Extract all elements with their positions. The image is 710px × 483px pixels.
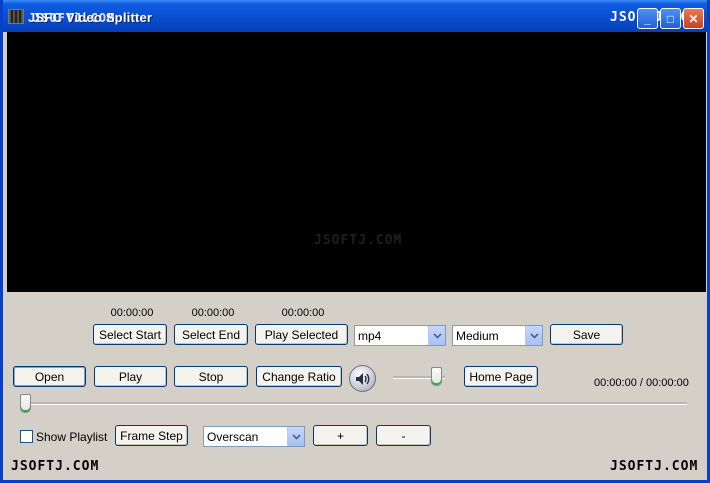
end-time-label: 00:00:00 <box>191 307 235 319</box>
zoom-in-button[interactable]: + <box>313 425 368 446</box>
show-playlist-checkbox[interactable] <box>20 430 33 443</box>
save-button[interactable]: Save <box>550 324 623 345</box>
time-display: 00:00:00 / 00:00:00 <box>594 377 689 389</box>
video-watermark: JSOFTJ.COM <box>314 233 403 248</box>
zoom-mode-value: Overscan <box>207 429 259 444</box>
film-strip-icon <box>8 9 24 24</box>
selected-time-label: 00:00:00 <box>281 307 325 319</box>
speaker-icon <box>355 372 371 386</box>
quality-select[interactable]: Medium <box>452 325 543 346</box>
watermark-bottom-left: JSOFTJ.COM <box>11 459 100 474</box>
zoom-mode-select[interactable]: Overscan <box>203 426 305 447</box>
video-display[interactable]: JSOFTJ.COM <box>7 32 706 292</box>
mute-button[interactable] <box>349 365 376 392</box>
quality-value: Medium <box>456 328 499 343</box>
change-ratio-button[interactable]: Change Ratio <box>256 366 342 387</box>
stop-button[interactable]: Stop <box>174 366 248 387</box>
watermark-bottom-right: JSOFTJ.COM <box>610 459 699 474</box>
chevron-down-icon <box>525 326 542 345</box>
minimize-button[interactable]: _ <box>637 8 658 29</box>
frame-step-button[interactable]: Frame Step <box>115 425 188 446</box>
minimize-icon: _ <box>644 11 651 26</box>
home-page-button[interactable]: Home Page <box>464 366 538 387</box>
start-time-label: 00:00:00 <box>110 307 154 319</box>
close-icon: ✕ <box>688 11 699 26</box>
title-watermark: JSOFTJ.COM <box>33 11 116 25</box>
show-playlist-label[interactable]: Show Playlist <box>36 430 107 444</box>
play-button[interactable]: Play <box>94 366 167 387</box>
open-button[interactable]: Open <box>13 366 86 387</box>
seek-track[interactable] <box>20 402 687 405</box>
output-format-select[interactable]: mp4 <box>354 325 446 346</box>
output-format-value: mp4 <box>358 328 382 343</box>
maximize-icon: □ <box>666 11 675 26</box>
zoom-out-button[interactable]: - <box>376 425 431 446</box>
app-window: JSFC Video Splitter JSOFTJ.COM JSOFTJ.CO… <box>0 0 710 483</box>
seek-slider-thumb[interactable] <box>20 394 31 413</box>
maximize-button[interactable]: □ <box>660 8 681 29</box>
chevron-down-icon <box>428 326 445 345</box>
title-bar[interactable]: JSFC Video Splitter JSOFTJ.COM JSOFTJ.CO… <box>3 0 707 32</box>
close-button[interactable]: ✕ <box>683 8 704 29</box>
chevron-down-icon <box>287 427 304 446</box>
select-start-button[interactable]: Select Start <box>93 324 167 345</box>
volume-slider-thumb[interactable] <box>430 367 442 386</box>
play-selected-button[interactable]: Play Selected <box>255 324 348 345</box>
select-end-button[interactable]: Select End <box>174 324 248 345</box>
